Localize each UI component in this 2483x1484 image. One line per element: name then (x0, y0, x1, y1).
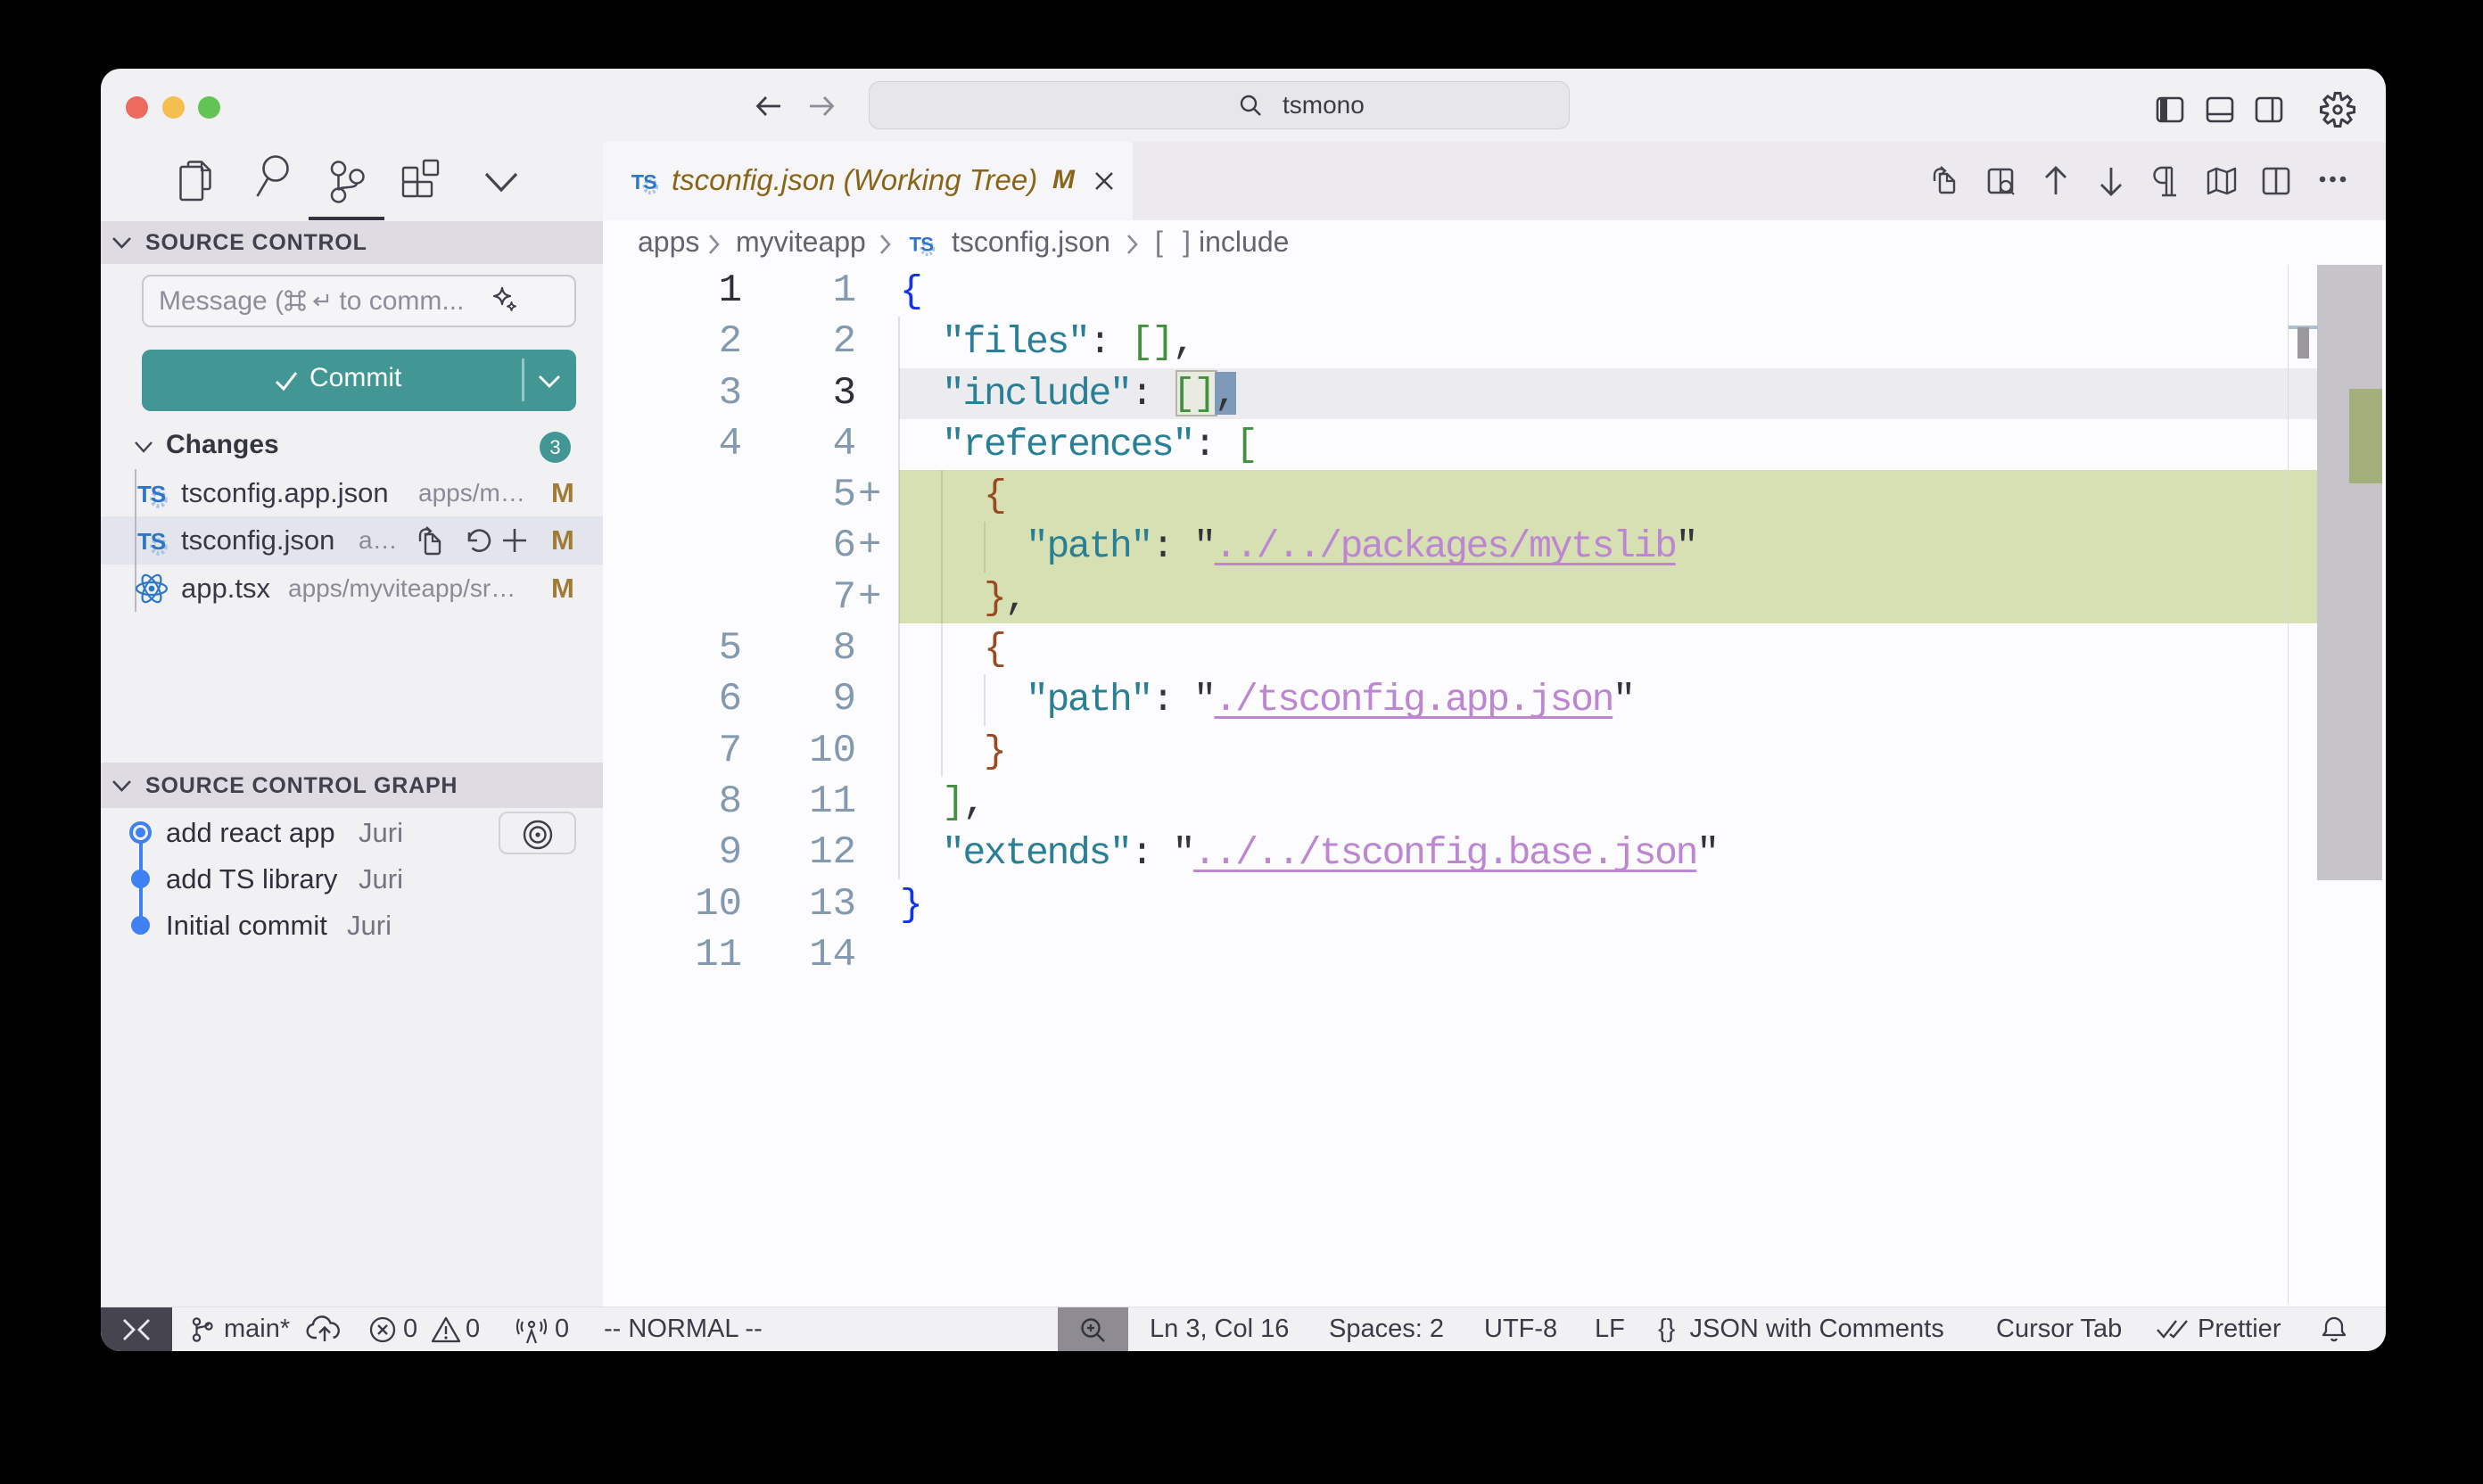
svg-text:TS: TS (137, 481, 166, 507)
svg-text:TS: TS (631, 170, 656, 194)
svg-text:TS: TS (137, 528, 166, 555)
svg-text:TS: TS (910, 234, 934, 256)
